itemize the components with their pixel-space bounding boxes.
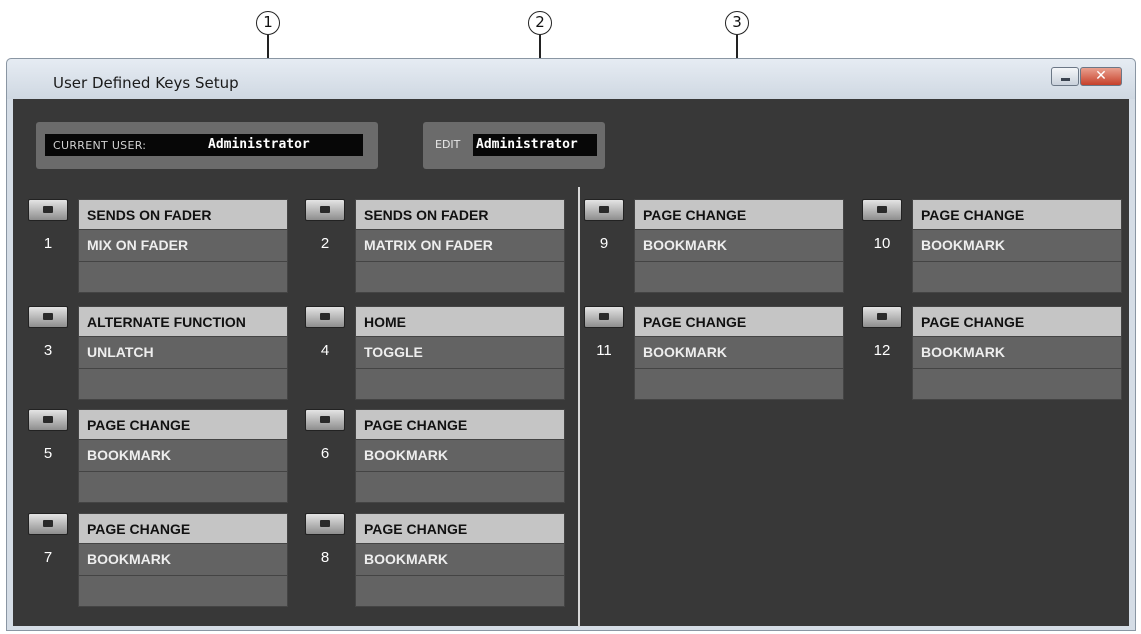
key-number: 9 [599,235,609,252]
led-button[interactable] [28,409,68,431]
key-function-field[interactable]: SENDS ON FADER [355,199,565,229]
key-parameter-2-field[interactable] [78,261,288,293]
led-button[interactable] [305,306,345,328]
key-parameter-1-field[interactable]: UNLATCH [78,336,288,368]
user-key-7: 7 PAGE CHANGE BOOKMARK [28,513,318,610]
user-key-11: 11 PAGE CHANGE BOOKMARK [584,306,874,403]
callout-1: 1 [256,11,280,35]
key-function-field[interactable]: PAGE CHANGE [355,513,565,543]
key-parameter-1-field[interactable]: BOOKMARK [912,229,1122,261]
led-button[interactable] [28,199,68,221]
led-button[interactable] [862,199,902,221]
edit-label: EDIT [435,138,461,151]
callout-2: 2 [528,11,552,35]
key-parameter-2-field[interactable] [634,368,844,400]
key-number: 11 [596,342,612,359]
led-button[interactable] [584,199,624,221]
key-number: 6 [320,445,330,462]
key-parameter-2-field[interactable] [355,261,565,293]
callout-3: 3 [725,11,749,35]
key-function-field[interactable]: PAGE CHANGE [912,199,1122,229]
user-key-9: 9 PAGE CHANGE BOOKMARK [584,199,874,296]
key-function-field[interactable]: HOME [355,306,565,336]
key-function-field[interactable]: SENDS ON FADER [78,199,288,229]
user-key-3: 3 ALTERNATE FUNCTION UNLATCH [28,306,318,403]
key-parameter-1-field[interactable]: BOOKMARK [355,543,565,575]
user-key-5: 5 PAGE CHANGE BOOKMARK [28,409,318,506]
key-number: 3 [43,342,53,359]
key-parameter-2-field[interactable] [634,261,844,293]
key-parameter-1-field[interactable]: BOOKMARK [634,336,844,368]
key-parameter-2-field[interactable] [78,575,288,607]
minimize-button[interactable] [1051,67,1079,86]
title-bar[interactable]: User Defined Keys Setup ✕ [7,59,1135,99]
key-parameter-1-field[interactable]: BOOKMARK [78,439,288,471]
key-parameter-2-field[interactable] [912,368,1122,400]
key-function-field[interactable]: PAGE CHANGE [78,409,288,439]
current-user-label: CURRENT USER: [53,139,147,152]
led-button[interactable] [305,409,345,431]
led-button[interactable] [28,306,68,328]
key-function-field[interactable]: PAGE CHANGE [634,306,844,336]
led-button[interactable] [28,513,68,535]
key-function-field[interactable]: ALTERNATE FUNCTION [78,306,288,336]
key-number: 5 [43,445,53,462]
key-number: 8 [320,549,330,566]
key-parameter-1-field[interactable]: BOOKMARK [634,229,844,261]
window-content: CURRENT USER: Administrator EDIT Adminis… [13,99,1129,627]
key-function-field[interactable]: PAGE CHANGE [634,199,844,229]
key-parameter-2-field[interactable] [355,575,565,607]
key-function-field[interactable]: PAGE CHANGE [355,409,565,439]
key-parameter-1-field[interactable]: MIX ON FADER [78,229,288,261]
key-number: 12 [873,342,891,359]
user-key-8: 8 PAGE CHANGE BOOKMARK [305,513,595,610]
current-user-display: CURRENT USER: Administrator [45,134,363,156]
close-button[interactable]: ✕ [1080,67,1122,86]
key-parameter-2-field[interactable] [78,368,288,400]
key-parameter-1-field[interactable]: BOOKMARK [912,336,1122,368]
key-parameter-1-field[interactable]: MATRIX ON FADER [355,229,565,261]
user-key-12: 12 PAGE CHANGE BOOKMARK [862,306,1141,403]
user-key-4: 4 HOME TOGGLE [305,306,595,403]
key-parameter-2-field[interactable] [355,368,565,400]
key-parameter-1-field[interactable]: BOOKMARK [355,439,565,471]
key-number: 2 [320,235,330,252]
led-button[interactable] [305,513,345,535]
key-function-field[interactable]: PAGE CHANGE [78,513,288,543]
user-defined-keys-window: User Defined Keys Setup ✕ CURRENT USER: … [6,58,1136,631]
edit-user-display[interactable]: Administrator [473,134,597,156]
key-parameter-2-field[interactable] [355,471,565,503]
led-button[interactable] [862,306,902,328]
key-parameter-2-field[interactable] [912,261,1122,293]
current-user-panel: CURRENT USER: Administrator [36,122,378,169]
current-user-value: Administrator [208,137,310,152]
key-number: 4 [320,342,330,359]
led-button[interactable] [584,306,624,328]
key-number: 1 [43,235,53,252]
edit-user-panel: EDIT Administrator [423,122,605,169]
user-key-6: 6 PAGE CHANGE BOOKMARK [305,409,595,506]
user-key-10: 10 PAGE CHANGE BOOKMARK [862,199,1141,296]
user-key-1: 1 SENDS ON FADER MIX ON FADER [28,199,318,296]
key-number: 10 [873,235,891,252]
key-parameter-2-field[interactable] [78,471,288,503]
led-button[interactable] [305,199,345,221]
user-key-2: 2 SENDS ON FADER MATRIX ON FADER [305,199,595,296]
key-parameter-1-field[interactable]: TOGGLE [355,336,565,368]
key-parameter-1-field[interactable]: BOOKMARK [78,543,288,575]
edit-user-value: Administrator [476,137,578,152]
window-title: User Defined Keys Setup [53,74,239,92]
key-function-field[interactable]: PAGE CHANGE [912,306,1122,336]
key-number: 7 [43,549,53,566]
